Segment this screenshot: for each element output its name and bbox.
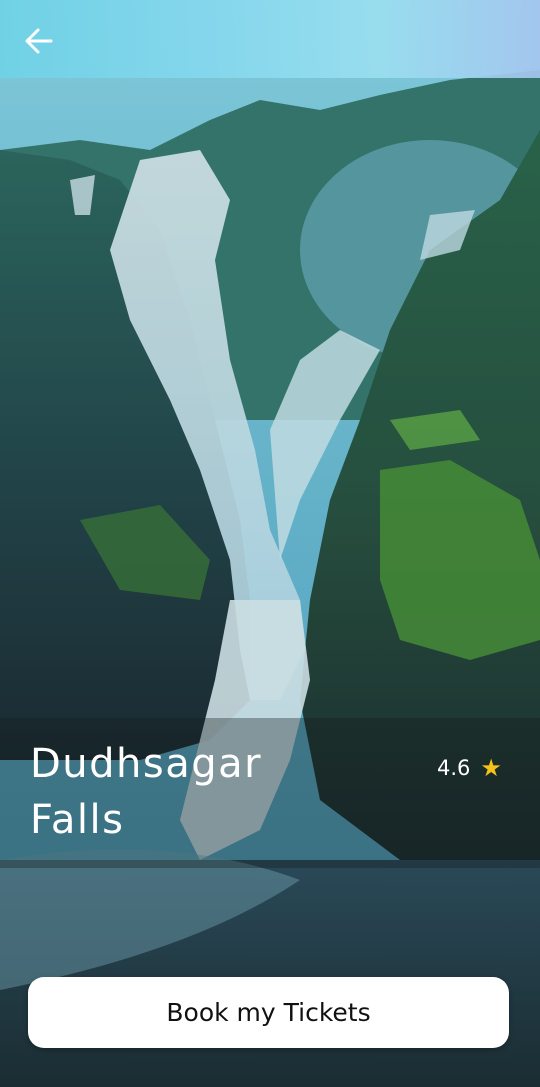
star-icon: ★ bbox=[480, 754, 502, 782]
back-button[interactable] bbox=[20, 22, 58, 60]
place-title: Dudhsagar Falls bbox=[30, 741, 263, 843]
rating-value: 4.6 bbox=[437, 756, 471, 780]
rating: 4.6 ★ bbox=[437, 756, 502, 780]
arrow-left-icon bbox=[25, 28, 53, 54]
place-detail-screen: Dudhsagar Falls 4.6 ★ Book my Tickets bbox=[0, 0, 540, 1087]
hero-photo bbox=[0, 0, 540, 1087]
header-bar bbox=[0, 0, 540, 78]
book-tickets-button[interactable]: Book my Tickets bbox=[28, 977, 509, 1048]
